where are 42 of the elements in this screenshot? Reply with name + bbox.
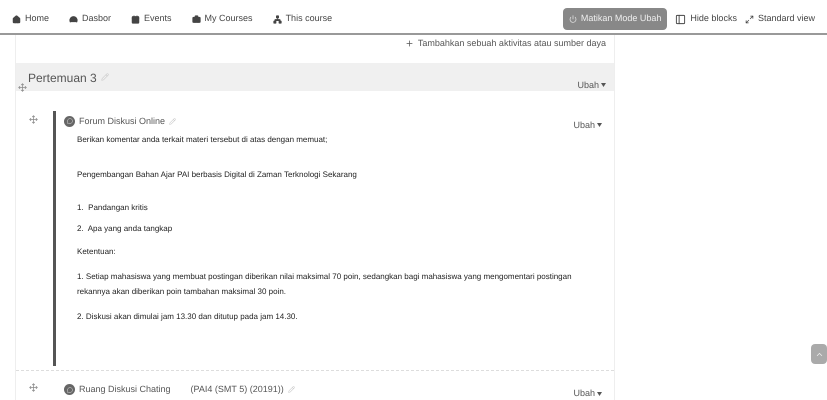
nav-link[interactable]: Events xyxy=(131,12,172,26)
body-text: Ketentuan: xyxy=(77,246,117,258)
move-icon xyxy=(18,82,27,92)
activity-subtitle: (PAI4 (SMT 5) (20191)) xyxy=(190,383,284,396)
pencil-icon xyxy=(169,118,176,125)
power-icon xyxy=(568,15,577,23)
body-text: 2. Diskusi akan dimulai jam 13.30 dan ditutup pada jam 14.30. xyxy=(77,311,299,323)
list-item: 2. Apa yang anda tangkap xyxy=(77,223,174,234)
standard-view-link[interactable]: Standard view xyxy=(744,12,815,26)
edit-menu[interactable]: Ubah xyxy=(573,387,602,400)
nav-link[interactable]: Dasbor xyxy=(69,12,112,26)
edit-menu[interactable]: Ubah xyxy=(573,118,602,132)
pencil-icon xyxy=(100,72,109,80)
nav-link[interactable]: My Courses xyxy=(192,12,253,26)
move-icon xyxy=(29,383,38,392)
caret-icon xyxy=(597,123,602,128)
body-text: Berikan komentar anda terkait materi tersebut di atas dengan memuat; xyxy=(77,134,328,146)
move-icon xyxy=(29,114,38,124)
activity-title[interactable]: Ruang Diskusi Chating xyxy=(79,383,171,396)
nav-link[interactable]: This course xyxy=(272,12,332,26)
body-text: 1. Setiap mahasiswa yang membuat postingan diberikan nilai maksimal 70 poin, sedangkan bagi mahasiswa yang mengomentari postingan rekannya akan diberikan poin tambahan maksimal 30 poin. xyxy=(77,271,573,298)
pencil-icon xyxy=(288,386,295,394)
panel-icon xyxy=(675,14,686,24)
add-activity-link[interactable]: Tambahkan sebuah aktivitas atau sumber daya xyxy=(404,37,606,50)
section-title: Pertemuan 3 xyxy=(28,70,97,86)
briefcase-icon xyxy=(192,14,201,24)
calendar-icon xyxy=(131,14,140,24)
scroll-top-button[interactable] xyxy=(811,344,827,364)
caret-icon xyxy=(597,392,602,396)
hierarchy-icon xyxy=(272,14,282,24)
forum-icon xyxy=(64,384,75,396)
list-item: 1. Pandangan kritis xyxy=(77,202,149,213)
expand-icon xyxy=(744,14,754,24)
body-text: Pengembangan Bahan Ajar PAI berbasis Digital di Zaman Terknologi Sekarang xyxy=(77,169,358,181)
hide-blocks-link[interactable]: Hide blocks xyxy=(675,12,737,26)
forum-icon xyxy=(64,116,75,127)
activity-title[interactable]: Forum Diskusi Online xyxy=(79,114,166,128)
home-icon xyxy=(12,14,21,24)
plus-icon xyxy=(404,39,414,48)
edit-menu[interactable]: Ubah xyxy=(577,78,606,92)
nav-link[interactable]: Home xyxy=(12,12,50,26)
caret-icon xyxy=(601,83,606,88)
